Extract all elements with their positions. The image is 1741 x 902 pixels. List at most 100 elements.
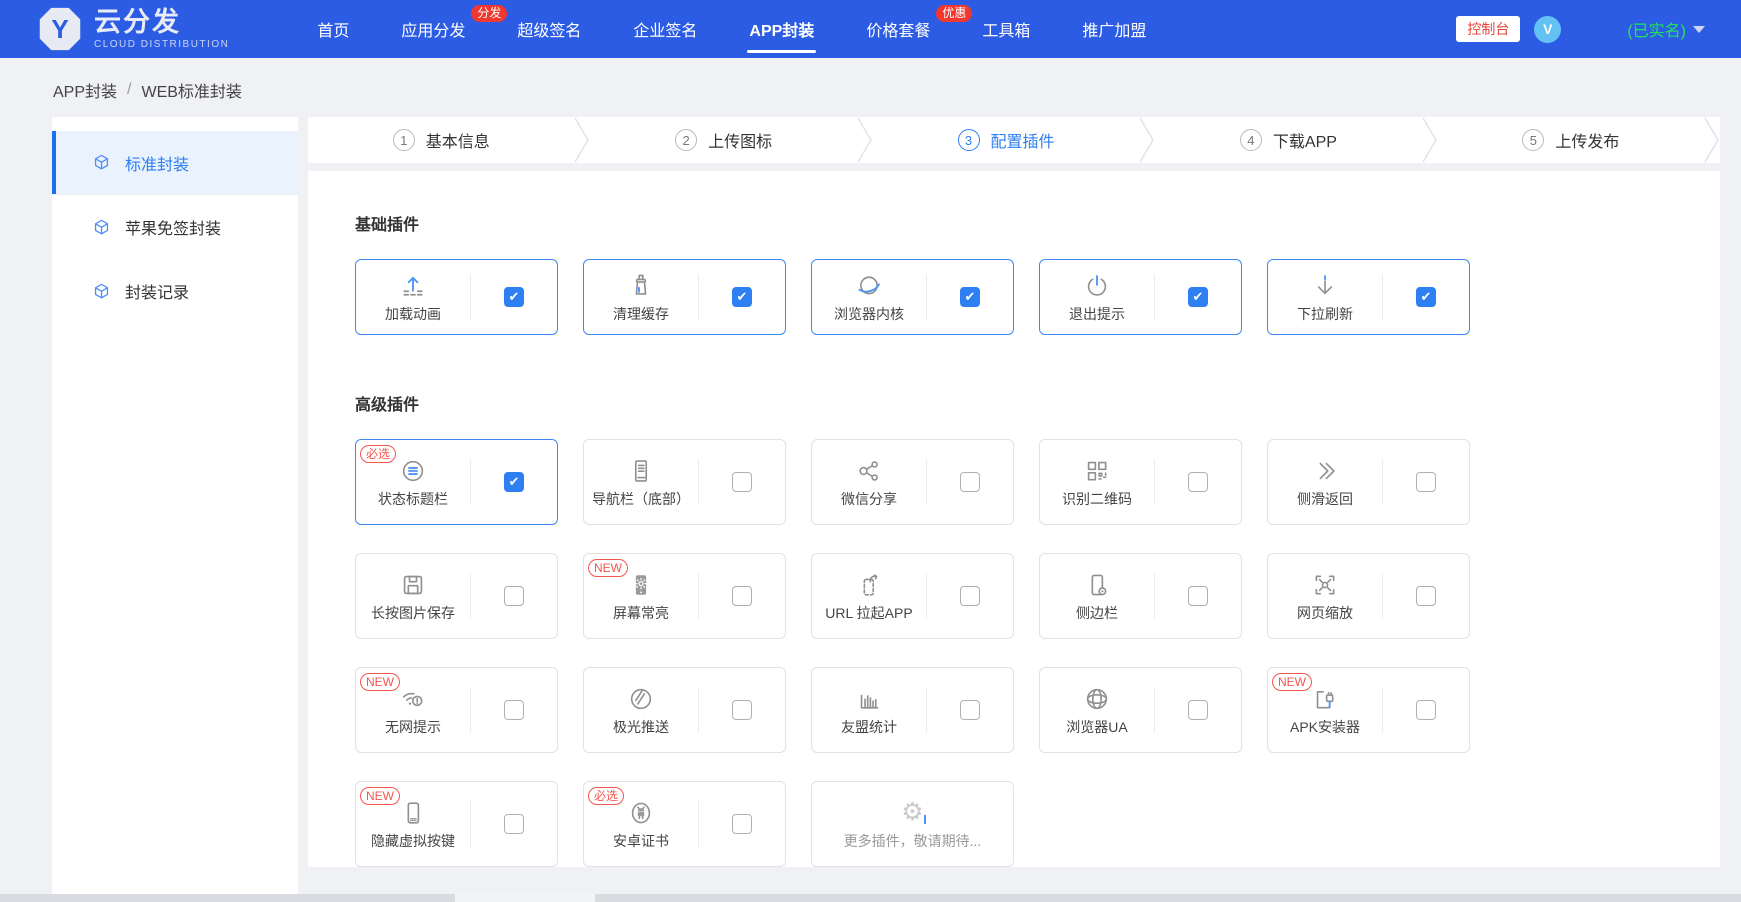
plugin-card[interactable]: NEW 无网提示	[355, 667, 558, 753]
nav-item-7[interactable]: 工具箱	[956, 0, 1056, 58]
top-nav-bar: Y 云分发 CLOUD DISTRIBUTION 首页 应用分发 分发 超级签名 企业签…	[0, 0, 1741, 58]
plugin-checkbox[interactable]	[732, 472, 752, 492]
step-5[interactable]: 5 上传发布	[1438, 117, 1704, 163]
nav-item-6[interactable]: 价格套餐 优惠	[840, 0, 973, 58]
realname-label: (已实名)	[1627, 23, 1686, 40]
sidebar-item-3[interactable]: 封装记录	[52, 259, 298, 323]
plugin-checkbox[interactable]: ✔	[1416, 287, 1436, 307]
plugin-card[interactable]: 清理缓存 ✔	[583, 259, 786, 335]
plugin-card[interactable]: NEW 隐藏虚拟按键	[355, 781, 558, 867]
realname-dropdown[interactable]: (已实名)	[1627, 17, 1705, 41]
plugin-card[interactable]: NEW 屏幕常亮	[583, 553, 786, 639]
nav-item-4[interactable]: 企业签名	[607, 0, 723, 58]
plugin-checkbox[interactable]: ✔	[504, 287, 524, 307]
horizontal-scrollbar[interactable]	[0, 894, 1741, 902]
plugin-checkbox[interactable]	[1416, 586, 1436, 606]
step-number: 3	[957, 129, 980, 151]
plugin-card[interactable]: 必选 状态标题栏 ✔	[355, 439, 558, 525]
basic-plugins-grid: 加载动画 ✔ 清理缓存 ✔ 浏览器内核 ✔ 退出提示 ✔ 下拉刷新 ✔	[355, 259, 1720, 335]
nav-item-label: 企业签名	[633, 23, 698, 40]
sidebar-item-2[interactable]: 苹果免签封装	[52, 195, 298, 259]
plugin-checkbox[interactable]	[504, 814, 524, 834]
wechat-share-icon	[854, 456, 884, 486]
plugin-checkbox[interactable]	[504, 700, 524, 720]
plugin-checkbox[interactable]: ✔	[960, 287, 980, 307]
plugin-card[interactable]: NEW APK安装器	[1267, 667, 1470, 753]
step-3[interactable]: 3 配置插件	[873, 117, 1139, 163]
plugin-card-label: 屏幕常亮	[613, 604, 669, 621]
sidebar-item-1[interactable]: 标准封装	[52, 131, 298, 195]
breadcrumb-current: WEB标准封装	[141, 84, 242, 101]
plugin-card[interactable]: 友盟统计	[811, 667, 1014, 753]
plugin-card[interactable]: 加载动画 ✔	[355, 259, 558, 335]
step-number: 5	[1522, 129, 1545, 151]
plugin-card[interactable]: 浏览器UA	[1039, 667, 1242, 753]
plugin-checkbox[interactable]: ✔	[1188, 287, 1208, 307]
horizontal-scrollbar-thumb[interactable]	[455, 894, 595, 902]
plugin-card[interactable]: 网页缩放	[1267, 553, 1470, 639]
plugin-checkbox[interactable]	[960, 700, 980, 720]
plugin-checkbox[interactable]: ✔	[732, 287, 752, 307]
status-bar-icon	[398, 456, 428, 486]
plugin-checkbox[interactable]	[1416, 472, 1436, 492]
plugin-card[interactable]: 识别二维码	[1039, 439, 1242, 525]
plugin-card-label: 状态标题栏	[378, 490, 448, 507]
plugin-checkbox[interactable]	[732, 586, 752, 606]
nav-item-1[interactable]: 首页	[291, 0, 375, 58]
plugin-checkbox[interactable]	[1188, 700, 1208, 720]
plugin-card[interactable]: 下拉刷新 ✔	[1267, 259, 1470, 335]
logo-subtitle: CLOUD DISTRIBUTION	[94, 38, 230, 50]
plugin-card[interactable]: 浏览器内核 ✔	[811, 259, 1014, 335]
plugin-card[interactable]: 导航栏（底部）	[583, 439, 786, 525]
plugin-checkbox[interactable]	[732, 814, 752, 834]
clean-cache-icon	[626, 271, 656, 301]
hide-virtual-keys-icon	[398, 798, 428, 828]
plugin-card[interactable]: 侧边栏	[1039, 553, 1242, 639]
logo-letter: Y	[51, 13, 69, 44]
basic-plugins-title: 基础插件	[355, 217, 420, 234]
logo[interactable]: Y 云分发 CLOUD DISTRIBUTION	[38, 7, 229, 51]
plugin-card-label: 隐藏虚拟按键	[371, 832, 455, 849]
step-4[interactable]: 4 下载APP	[1155, 117, 1421, 163]
step-2[interactable]: 2 上传图标	[590, 117, 856, 163]
nav-item-8[interactable]: 推广加盟	[1056, 0, 1172, 58]
nav-item-3[interactable]: 超级签名	[491, 0, 607, 58]
nav-item-2[interactable]: 应用分发 分发	[375, 0, 508, 58]
plugin-checkbox[interactable]	[504, 586, 524, 606]
plugin-card[interactable]: URL 拉起APP	[811, 553, 1014, 639]
plugin-card-label: 侧边栏	[1076, 604, 1118, 621]
nav-item-label: 首页	[317, 23, 350, 40]
breadcrumb-app-package[interactable]: APP封装	[53, 78, 117, 102]
plugin-card[interactable]: 退出提示 ✔	[1039, 259, 1242, 335]
bottom-navbar-icon	[626, 456, 656, 486]
plugin-card-label: 导航栏（底部）	[592, 490, 690, 507]
plugin-card-label: APK安装器	[1289, 718, 1360, 735]
plugin-card-label: 微信分享	[841, 490, 897, 507]
plugin-card[interactable]: 侧滑返回	[1267, 439, 1470, 525]
plugin-card[interactable]: 长按图片保存	[355, 553, 558, 639]
card-badge: NEW	[1272, 673, 1312, 691]
plugin-card[interactable]: 极光推送	[583, 667, 786, 753]
cube-icon	[92, 282, 111, 301]
plugin-checkbox[interactable]	[960, 586, 980, 606]
plugin-card[interactable]: 微信分享	[811, 439, 1014, 525]
plugin-checkbox[interactable]	[1188, 586, 1208, 606]
plugin-card-label: URL 拉起APP	[825, 604, 913, 621]
nav-item-5[interactable]: APP封装	[723, 0, 840, 58]
plugin-card-label: 加载动画	[385, 305, 441, 322]
card-badge: 必选	[588, 787, 625, 805]
avatar[interactable]: V	[1534, 15, 1562, 43]
plugin-checkbox[interactable]	[732, 700, 752, 720]
plugin-checkbox[interactable]	[1188, 472, 1208, 492]
nav-item-label: 工具箱	[982, 23, 1031, 40]
plugin-checkbox[interactable]	[1416, 700, 1436, 720]
plugin-card[interactable]: 必选 安卓证书	[583, 781, 786, 867]
plugin-checkbox[interactable]: ✔	[504, 472, 524, 492]
console-button[interactable]: 控制台	[1456, 16, 1521, 42]
top-right-cluster: 控制台 V (已实名)	[1456, 15, 1705, 43]
plugin-checkbox[interactable]	[960, 472, 980, 492]
step-1[interactable]: 1 基本信息	[308, 117, 574, 163]
nav-item-label: 推广加盟	[1082, 23, 1147, 40]
page-zoom-icon	[1310, 570, 1340, 600]
cube-icon	[92, 218, 111, 237]
